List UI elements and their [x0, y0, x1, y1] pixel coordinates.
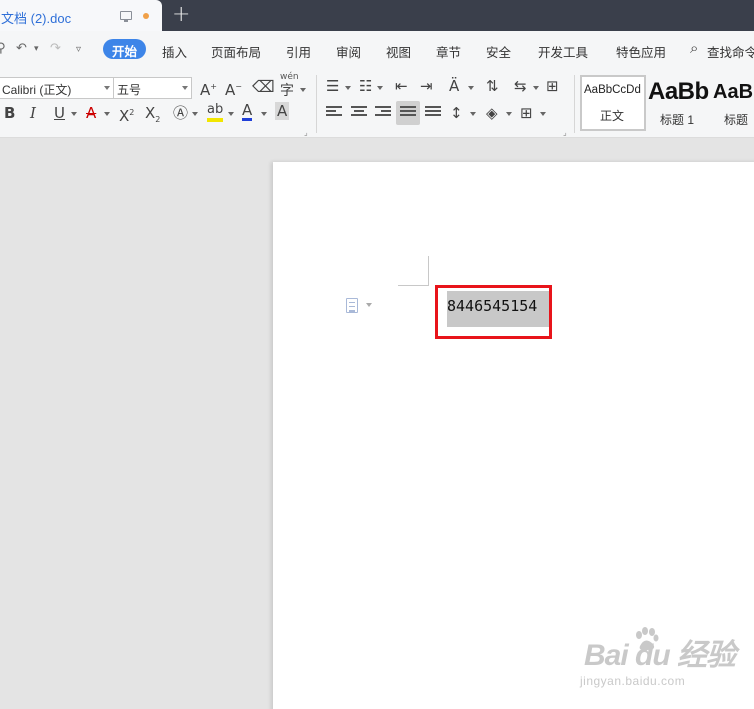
- style-normal-sample: AaBbCcDd: [584, 84, 641, 96]
- font-size-select[interactable]: 五号: [113, 77, 192, 99]
- search-commands[interactable]: 查找命令: [707, 42, 754, 61]
- superscript-icon[interactable]: X2: [119, 104, 134, 125]
- font-color-dropdown-icon[interactable]: [261, 112, 267, 116]
- style-heading-1-name: 标题 1: [660, 113, 695, 127]
- align-left-icon[interactable]: [326, 106, 342, 120]
- strikethrough-icon[interactable]: A: [86, 104, 96, 122]
- unsaved-dot-icon: [143, 13, 149, 19]
- increase-indent-icon[interactable]: ⇥: [420, 77, 433, 95]
- watermark-url: jingyan.baidu.com: [580, 674, 686, 688]
- ribbon-toolbar: Calibri (正文) 五号 A+ A− ⌫ wén 字 B I U A X2…: [0, 69, 754, 138]
- title-bar: 文档 (2).doc +: [0, 0, 754, 31]
- document-page[interactable]: [273, 162, 754, 709]
- new-tab-plus-icon[interactable]: +: [172, 2, 190, 27]
- menu-insert[interactable]: 插入: [162, 42, 187, 61]
- font-color-icon[interactable]: A: [242, 102, 253, 121]
- font-name-value: Calibri (正文): [2, 83, 72, 97]
- line-spacing-icon[interactable]: ↕: [450, 104, 463, 122]
- customize-toolbar-icon[interactable]: ▿: [76, 44, 81, 55]
- text-effect-dropdown-icon[interactable]: [192, 112, 198, 116]
- margin-corner-mark: [398, 285, 429, 286]
- window-icon[interactable]: [120, 11, 132, 22]
- ribbon-divider: [316, 75, 317, 133]
- strikethrough-dropdown-icon[interactable]: [104, 112, 110, 116]
- borders-dropdown-icon[interactable]: [540, 112, 546, 116]
- phonetic-guide-label: wén: [280, 72, 299, 82]
- menu-home[interactable]: 开始: [103, 39, 147, 59]
- search-icon[interactable]: ⌕: [690, 39, 698, 57]
- phonetic-dropdown-icon[interactable]: [300, 88, 306, 92]
- align-center-icon[interactable]: [351, 106, 367, 120]
- style-heading-name: 标题: [724, 113, 749, 127]
- decrease-indent-icon[interactable]: ⇤: [395, 77, 408, 95]
- style-normal[interactable]: AaBbCcDd 正文: [580, 75, 646, 131]
- subscript-icon[interactable]: X2: [145, 104, 160, 129]
- line-spacing-options-icon[interactable]: ⇆: [514, 77, 527, 95]
- annotation-highlight-box: [435, 285, 552, 339]
- phonetic-guide-icon[interactable]: 字: [280, 82, 294, 100]
- underline-dropdown-icon[interactable]: [71, 112, 77, 116]
- character-shading-icon[interactable]: A: [275, 102, 290, 120]
- chevron-down-icon: [182, 86, 188, 90]
- highlight-dropdown-icon[interactable]: [228, 112, 234, 116]
- underline-icon[interactable]: U: [54, 104, 65, 122]
- grow-font-icon[interactable]: A+: [200, 78, 217, 99]
- margin-corner-mark: [428, 256, 429, 286]
- document-tab[interactable]: 文档 (2).doc: [0, 0, 162, 31]
- font-name-select[interactable]: Calibri (正文): [0, 77, 114, 99]
- shading-dropdown-icon[interactable]: [506, 112, 512, 116]
- paragraph-options-icon[interactable]: [346, 298, 358, 313]
- highlight-icon[interactable]: ab: [207, 102, 224, 122]
- clear-format-icon[interactable]: ⌫: [252, 78, 275, 96]
- format-painter-icon[interactable]: ⚲: [0, 41, 6, 56]
- style-heading-sample: AaB: [713, 81, 754, 103]
- menu-special-apps[interactable]: 特色应用: [616, 42, 666, 61]
- chinese-layout-dropdown-icon[interactable]: [468, 86, 474, 90]
- paragraph-options-dropdown-icon[interactable]: [366, 303, 372, 307]
- menu-sections[interactable]: 章节: [436, 42, 461, 61]
- menu-page-layout[interactable]: 页面布局: [211, 42, 261, 61]
- style-heading[interactable]: AaB 标题: [712, 75, 754, 131]
- style-heading-1-sample: AaBb: [648, 78, 709, 105]
- document-tab-title: 文档 (2).doc: [1, 11, 72, 26]
- undo-icon[interactable]: ↶: [16, 41, 27, 56]
- align-right-icon[interactable]: [375, 106, 391, 120]
- ribbon-divider: [574, 75, 575, 133]
- menu-view[interactable]: 视图: [386, 42, 411, 61]
- text-effect-icon[interactable]: Ⓐ: [173, 104, 188, 122]
- menu-bar: ⚲ ↶ ▾ ↷ ▿ 开始 插入 页面布局 引用 审阅 视图 章节 安全 开发工具…: [0, 31, 754, 69]
- chevron-down-icon: [104, 86, 110, 90]
- style-heading-1[interactable]: AaBb 标题 1: [646, 75, 712, 131]
- menu-review[interactable]: 审阅: [336, 42, 361, 61]
- menu-references[interactable]: 引用: [286, 42, 311, 61]
- numbered-list-dropdown-icon[interactable]: [377, 86, 383, 90]
- bold-icon[interactable]: B: [4, 104, 15, 122]
- font-dialog-launcher-icon[interactable]: ⌟: [304, 124, 308, 142]
- chinese-layout-icon[interactable]: Ä: [449, 77, 459, 95]
- baidu-paw-icon: [636, 627, 659, 651]
- paragraph-dialog-launcher-icon[interactable]: ⌟: [563, 124, 567, 142]
- menu-developer-tools[interactable]: 开发工具: [538, 42, 588, 61]
- shrink-font-icon[interactable]: A−: [225, 78, 242, 99]
- italic-icon[interactable]: I: [30, 104, 36, 122]
- numbered-list-icon[interactable]: ☷: [359, 77, 372, 95]
- sort-icon[interactable]: ⇅: [486, 77, 499, 95]
- spacing-dropdown-icon[interactable]: [533, 86, 539, 90]
- font-size-value: 五号: [117, 83, 142, 97]
- shading-fill-icon[interactable]: ◈: [486, 104, 498, 122]
- bullet-list-dropdown-icon[interactable]: [345, 86, 351, 90]
- justify-icon[interactable]: [400, 106, 416, 120]
- style-normal-name: 正文: [600, 109, 625, 123]
- undo-dropdown-icon[interactable]: ▾: [34, 44, 39, 54]
- distribute-icon[interactable]: [425, 106, 441, 120]
- watermark-logo: Bai du 经验: [584, 639, 736, 672]
- bullet-list-icon[interactable]: ☰: [326, 77, 339, 95]
- line-spacing-dropdown-icon[interactable]: [470, 112, 476, 116]
- redo-icon[interactable]: ↷: [50, 41, 61, 56]
- menu-security[interactable]: 安全: [486, 42, 511, 61]
- borders-icon[interactable]: ⊞: [520, 104, 533, 122]
- show-hide-marks-icon[interactable]: ⊞: [546, 77, 559, 95]
